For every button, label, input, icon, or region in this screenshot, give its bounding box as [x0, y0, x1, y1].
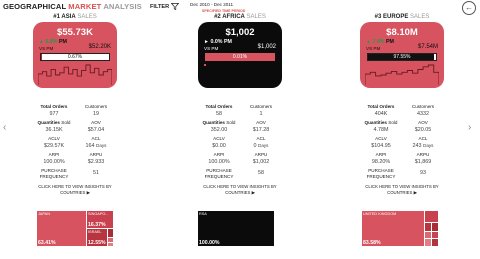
back-arrow-icon: ← — [465, 3, 473, 12]
back-button[interactable]: ← — [462, 1, 476, 15]
country-treemap-europe[interactable]: UNITED KINGDOM 83.58% — [362, 211, 438, 246]
arpi: ARPI 100.00% — [43, 152, 65, 165]
kpi-change: ▲ 6.8% PM — [39, 39, 67, 45]
kpi-vs-label: VS PM — [366, 46, 381, 51]
kpi-box: $55.73K ▲ 6.8% PM VS PM $52.20K 0.67% — [33, 22, 117, 88]
kpi-change: ▲ 7.4% PM — [366, 39, 394, 45]
prev-arrow-icon[interactable]: ‹ — [3, 122, 6, 133]
next-arrow-icon[interactable]: › — [468, 122, 471, 133]
treemap-tile[interactable] — [108, 229, 113, 237]
customers: Customers 19 — [84, 104, 108, 117]
kpi-value: $55.73K — [57, 27, 93, 38]
share-progress-label: 0.01% — [232, 54, 248, 60]
aov: AOV $17.28 — [252, 120, 270, 133]
quantities-sold: Quantities Sold 4.78M — [364, 120, 398, 133]
arpu: ARPU $1,002 — [252, 152, 270, 165]
customers: Customers 1 — [249, 104, 273, 117]
stats-panel: Total Orders 58 Customers 1 Quantities Sol… — [198, 104, 282, 179]
up-triangle-icon: ▲ — [39, 39, 44, 45]
treemap-tile-united-kingdom[interactable]: UNITED KINGDOM 83.58% — [362, 211, 424, 246]
country-treemap-africa[interactable]: RSA 100.00% — [198, 211, 274, 246]
card-title: #2 AFRICA SALES — [214, 14, 266, 20]
quantities-sold: Quantities Sold 36.15K — [37, 120, 71, 133]
card-title: #1 ASIA SALES — [53, 14, 97, 20]
up-triangle-icon: ▲ — [366, 39, 371, 45]
share-progress-bar: 0.67% — [40, 53, 110, 61]
sales-trend-sparkline — [365, 64, 439, 85]
arpu: ARPU $2.933 — [87, 152, 105, 165]
kpi-prev-value: $7.54M — [417, 44, 438, 50]
treemap-tile-israel[interactable]: ISRAEL 12.55% — [87, 229, 107, 246]
treemap-tile-singapore[interactable]: SINGAPO... 16.37% — [87, 211, 113, 228]
share-progress-bar: 97.55% — [367, 53, 437, 61]
sales-trend-sparkline — [38, 64, 112, 85]
kpi-change: ► 0.0% PM — [204, 39, 232, 45]
view-country-insights-link[interactable]: CLICK HERE TO VIEW INSIGHTS BY COUNTRIES… — [198, 184, 282, 195]
treemap-tile[interactable] — [425, 211, 438, 222]
treemap-tile[interactable] — [432, 223, 438, 231]
page-title: GEOGRAPHICAL MARKET ANALYSIS — [3, 2, 142, 11]
aclv: ACLV $29.57K — [43, 136, 65, 149]
filter-button[interactable]: FILTER — [150, 3, 180, 10]
share-progress-bar: 0.01% — [205, 53, 275, 61]
aov: AOV $57.04 — [87, 120, 105, 133]
share-progress-label: 97.55% — [393, 54, 411, 60]
purchase-frequency: PURCHASE FREQUENCY 51 — [39, 168, 99, 179]
funnel-icon — [171, 3, 180, 10]
view-country-insights-link[interactable]: CLICK HERE TO VIEW INSIGHTS BY COUNTRIES… — [360, 184, 444, 195]
region-card-europe: #3 EUROPE SALES $8.10M ▲ 7.4% PM VS PM $… — [360, 14, 444, 195]
acl: ACL 243 Days — [412, 136, 434, 149]
treemap-tile-rsa[interactable]: RSA 100.00% — [198, 211, 274, 246]
purchase-frequency: PURCHASE FREQUENCY 93 — [366, 168, 426, 179]
total-orders: Total Orders 404K — [367, 104, 395, 117]
kpi-value: $8.10M — [386, 27, 418, 38]
arpi: ARPI 100.00% — [208, 152, 230, 165]
sparkline-path — [365, 64, 439, 85]
kpi-prev-value: $52.20K — [88, 44, 111, 50]
quantities-sold: Quantities Sold 352.00 — [202, 120, 236, 133]
time-period-label: SPECIFIED TIME PERIOD — [202, 9, 246, 13]
treemap-tile-japan[interactable]: JAPAN 63.41% — [37, 211, 86, 246]
kpi-vs-label: VS PM — [204, 46, 219, 51]
kpi-prev-value: $1,002 — [257, 44, 276, 50]
arpi: ARPI 98.20% — [371, 152, 391, 165]
country-treemap-asia[interactable]: JAPAN 63.41% SINGAPO... 16.37% ISRAEL 12.55… — [37, 211, 113, 246]
treemap-tile[interactable] — [425, 239, 431, 246]
kpi-box: $8.10M ▲ 7.4% PM VS PM $7.54M 97.55% — [360, 22, 444, 88]
total-orders: Total Orders 977 — [40, 104, 68, 117]
treemap-tile[interactable] — [432, 232, 438, 238]
total-orders: Total Orders 58 — [205, 104, 233, 117]
customers: Customers 4332 — [411, 104, 435, 117]
sparkline-path — [38, 64, 112, 85]
aclv: ACLV $0.00 — [212, 136, 226, 149]
arpu: ARPU $1,869 — [414, 152, 432, 165]
share-progress-label: 0.67% — [67, 54, 83, 60]
acl: ACL 164 Days — [85, 136, 107, 149]
kpi-box: $1,002 ► 0.0% PM VS PM $1,002 0.01% — [198, 22, 282, 88]
stats-panel: Total Orders 977 Customers 19 Quantities S… — [33, 104, 117, 179]
view-country-insights-link[interactable]: CLICK HERE TO VIEW INSIGHTS BY COUNTRIES… — [33, 184, 117, 195]
kpi-value: $1,002 — [225, 27, 255, 38]
filter-label: FILTER — [150, 3, 170, 10]
acl: ACL 0 Days — [253, 136, 269, 149]
treemap-tile[interactable] — [108, 243, 113, 246]
sales-trend-sparkline — [204, 64, 206, 66]
aov: AOV $20.05 — [414, 120, 432, 133]
date-range: Dec 2010 - Dec 2011 — [190, 2, 234, 7]
neutral-triangle-icon: ► — [204, 39, 209, 45]
treemap-tile[interactable] — [432, 239, 438, 246]
treemap-tile[interactable] — [108, 238, 113, 242]
dashboard-root: GEOGRAPHICAL MARKET ANALYSIS FILTER Dec … — [0, 0, 480, 259]
aclv: ACLV $104.95 — [371, 136, 391, 149]
kpi-vs-label: VS PM — [39, 46, 54, 51]
region-card-africa: #2 AFRICA SALES $1,002 ► 0.0% PM VS PM $… — [198, 14, 282, 195]
region-card-asia: #1 ASIA SALES $55.73K ▲ 6.8% PM VS PM $5… — [33, 14, 117, 195]
card-title: #3 EUROPE SALES — [374, 14, 430, 20]
treemap-tile[interactable] — [425, 223, 431, 231]
treemap-tile[interactable] — [425, 232, 431, 238]
stats-panel: Total Orders 404K Customers 4332 Quantitie… — [360, 104, 444, 179]
purchase-frequency: PURCHASE FREQUENCY 58 — [204, 168, 264, 179]
